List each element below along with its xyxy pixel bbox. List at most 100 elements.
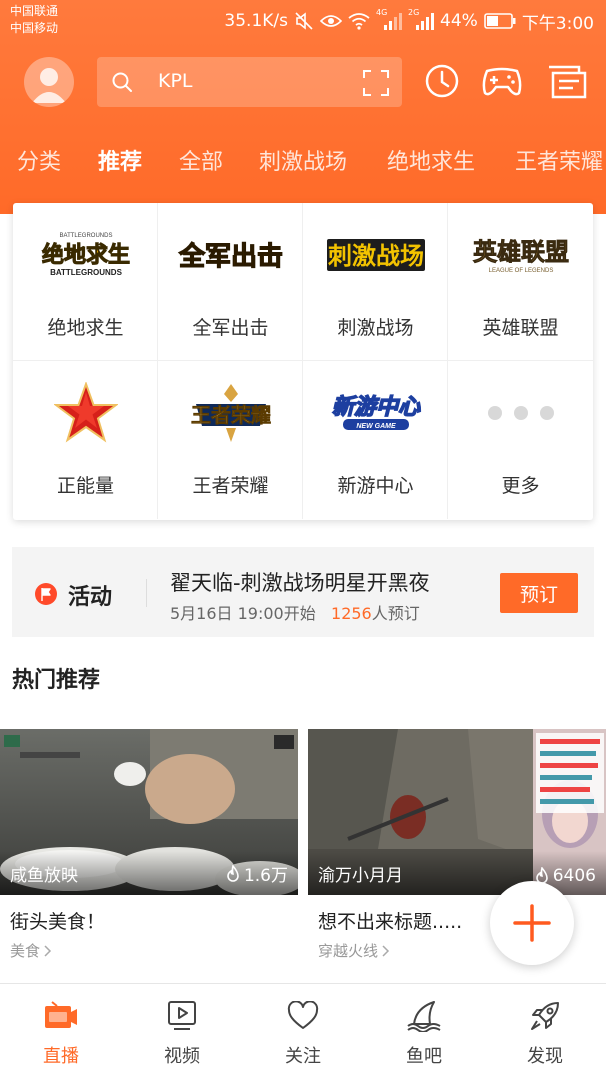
video-category[interactable]: 美食	[0, 940, 298, 961]
game-label: 绝地求生	[47, 317, 124, 339]
new-game-logo-sub: NEW GAME	[356, 423, 396, 430]
signal-2g-icon: 2G	[408, 8, 435, 30]
tab-cjzc[interactable]: 刺激战场	[259, 144, 347, 176]
qjcj-logo-text: 全军出击	[177, 241, 282, 272]
search-box[interactable]: KPL	[97, 57, 402, 107]
tab-recommend[interactable]: 推荐	[98, 144, 142, 176]
nav-label: 发现	[527, 1046, 563, 1067]
user-icon	[32, 68, 66, 103]
game-lol[interactable]: 英雄联盟 LEAGUE OF LEGENDS 英雄联盟	[448, 203, 593, 361]
game-label: 刺激战场	[337, 317, 414, 339]
tab-wzry[interactable]: 王者荣耀	[515, 144, 603, 176]
video-title: 街头美食！	[10, 911, 106, 933]
activity-count: 1256	[331, 604, 372, 623]
cjzc-logo: 刺激战场	[303, 223, 448, 287]
lol-logo-text: 英雄联盟	[473, 238, 569, 266]
qjcj-logo: 全军出击	[158, 223, 303, 287]
message-icon[interactable]	[547, 63, 587, 99]
rocket-icon	[500, 998, 590, 1034]
signal-4g-label: 4G	[376, 8, 388, 17]
search-icon	[112, 72, 132, 92]
activity-banner[interactable]: 活动 翟天临-刺激战场明星开黑夜 5月16日 19:00开始 1256人预订 预…	[12, 547, 594, 637]
game-label: 更多	[501, 475, 540, 497]
game-qjcj[interactable]: 全军出击 全军出击	[158, 203, 303, 361]
nav-label: 关注	[285, 1046, 321, 1067]
new-game-logo: 新游中心 NEW GAME	[303, 381, 448, 445]
game-pubg[interactable]: BATTLEGROUNDS 绝地求生 BATTLEGROUNDS 绝地求生	[13, 203, 158, 361]
eye-icon	[320, 13, 343, 29]
add-button[interactable]	[490, 881, 574, 965]
reserve-button[interactable]: 预订	[500, 573, 578, 613]
clock: 下午3:00	[521, 13, 594, 34]
bottom-nav: 直播 视频 关注 鱼吧 发现	[0, 983, 606, 1078]
status-bar: 中国联通 中国移动 35.1K/s 4G 2G 44% 下午3:00	[0, 0, 606, 44]
streamer-name: 咸鱼放映	[10, 866, 78, 886]
carrier-1: 中国联通	[10, 4, 59, 18]
game-label: 新游中心	[337, 475, 414, 497]
plus-icon	[513, 904, 551, 942]
pubg-logo-text: 绝地求生	[41, 242, 129, 268]
pubg-logo-sub: BATTLEGROUNDS	[50, 268, 123, 277]
nav-label: 直播	[43, 1046, 79, 1067]
nav-label: 鱼吧	[406, 1046, 442, 1067]
game-label: 王者荣耀	[192, 475, 269, 497]
pubg-logo: BATTLEGROUNDS 绝地求生 BATTLEGROUNDS	[13, 223, 158, 287]
activity-title: 翟天临-刺激战场明星开黑夜	[170, 571, 430, 595]
signal-2g-label: 2G	[408, 8, 420, 17]
tv-icon	[16, 998, 106, 1034]
category-label: 穿越火线	[318, 942, 379, 960]
game-label: 英雄联盟	[482, 317, 559, 339]
battery-percent: 44%	[440, 11, 478, 31]
scan-icon[interactable]	[363, 70, 389, 96]
user-avatar[interactable]	[24, 57, 74, 107]
lol-logo: 英雄联盟 LEAGUE OF LEGENDS	[448, 223, 593, 287]
tab-category[interactable]: 分类	[17, 144, 61, 176]
nav-discover[interactable]: 发现	[500, 998, 590, 1068]
lol-logo-sub: LEAGUE OF LEGENDS	[488, 268, 553, 274]
game-cjzc[interactable]: 刺激战场 刺激战场	[303, 203, 448, 361]
pubg-logo-top: BATTLEGROUNDS	[59, 233, 112, 239]
wifi-icon	[348, 12, 370, 30]
section-title: 热门推荐	[12, 668, 101, 693]
game-wzry[interactable]: 王者荣耀 王者荣耀	[158, 361, 303, 519]
chevron-right-icon	[382, 944, 390, 957]
category-label: 美食	[10, 942, 41, 960]
mute-icon	[294, 11, 314, 31]
tab-all[interactable]: 全部	[179, 144, 223, 176]
new-game-logo-text: 新游中心	[331, 394, 420, 420]
history-icon[interactable]	[424, 63, 460, 99]
game-more[interactable]: 更多	[448, 361, 593, 519]
activity-count-suffix: 人预订	[371, 604, 420, 623]
video-play-icon	[137, 998, 227, 1034]
flag-icon	[35, 583, 57, 605]
search-input[interactable]: KPL	[158, 70, 193, 92]
game-label: 正能量	[56, 475, 114, 497]
game-positive-energy[interactable]: 正能量	[13, 361, 158, 519]
more-dots-icon	[448, 381, 593, 445]
red-star-icon	[13, 381, 158, 445]
wzry-logo: 王者荣耀	[158, 381, 303, 445]
signal-4g-icon: 4G	[376, 8, 403, 30]
game-new-game-center[interactable]: 新游中心 NEW GAME 新游中心	[303, 361, 448, 519]
chevron-right-icon	[44, 944, 52, 957]
gamepad-icon[interactable]	[481, 63, 523, 99]
nav-live[interactable]: 直播	[16, 998, 106, 1068]
fire-icon	[227, 864, 239, 882]
app-screen: 中国联通 中国移动 35.1K/s 4G 2G 44% 下午3:00 KPL 分…	[0, 0, 606, 1078]
nav-label: 视频	[164, 1046, 200, 1067]
activity-info: 5月16日 19:00开始 1256人预订	[170, 600, 420, 624]
nav-follow[interactable]: 关注	[258, 998, 348, 1068]
streamer-name: 渝万小月月	[318, 866, 403, 886]
heart-icon	[258, 998, 348, 1034]
video-thumbnail[interactable]: 渝万小月月 6406	[308, 729, 606, 895]
hot-value: 6406	[552, 866, 596, 886]
video-card[interactable]: 咸鱼放映 1.6万 街头美食！ 美食	[0, 729, 298, 961]
activity-divider	[146, 579, 147, 607]
video-thumbnail[interactable]: 咸鱼放映 1.6万	[0, 729, 298, 895]
wzry-logo-text: 王者荣耀	[191, 403, 271, 427]
nav-fishbar[interactable]: 鱼吧	[379, 998, 469, 1068]
game-grid: BATTLEGROUNDS 绝地求生 BATTLEGROUNDS 绝地求生 全军…	[13, 203, 593, 520]
hot-count: 1.6万	[226, 861, 288, 886]
nav-video[interactable]: 视频	[137, 998, 227, 1068]
tab-pubg[interactable]: 绝地求生	[387, 144, 475, 176]
